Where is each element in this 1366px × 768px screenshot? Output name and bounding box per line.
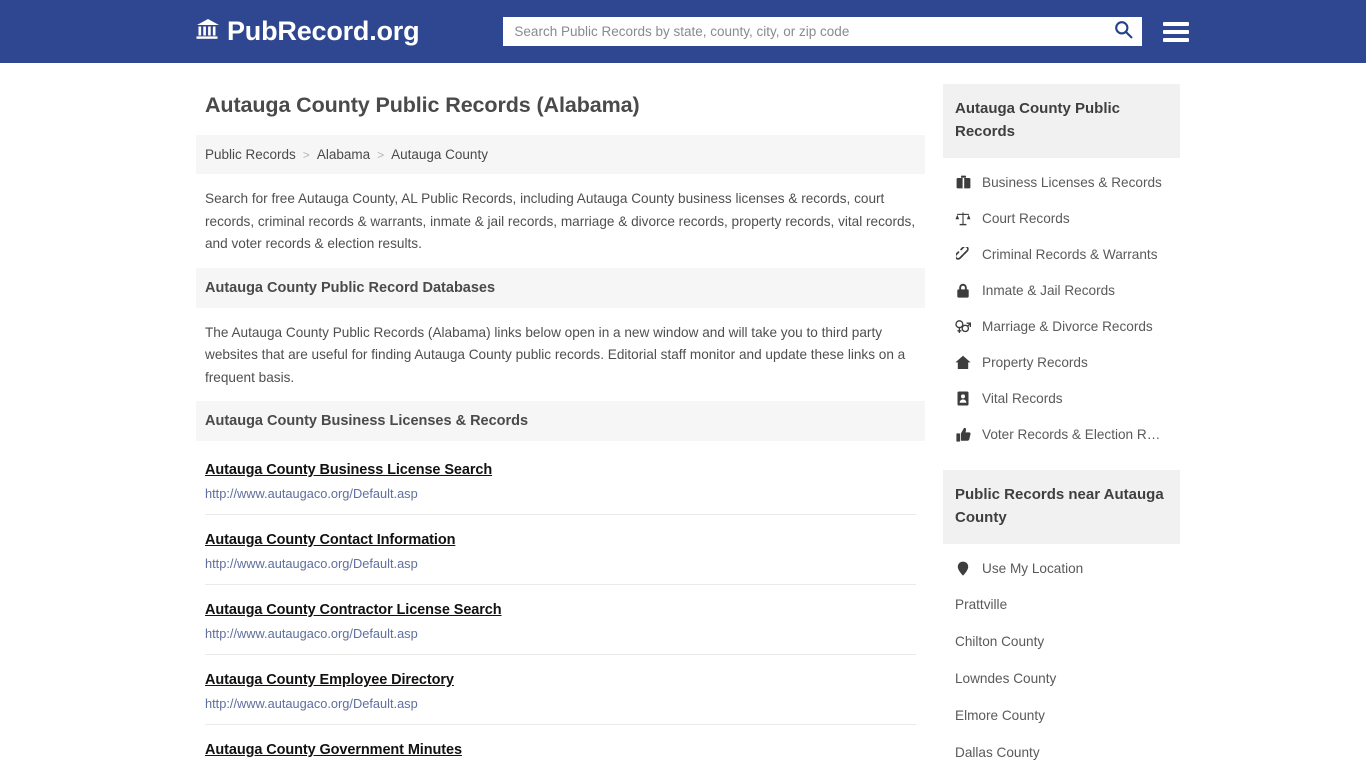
bank-icon (196, 16, 220, 47)
business-licenses-heading: Autauga County Business Licenses & Recor… (196, 401, 925, 441)
record-link-title[interactable]: Autauga County Contractor License Search (205, 602, 502, 618)
list-item: Autauga County Contractor License Search… (205, 585, 916, 655)
search-input[interactable] (503, 17, 1143, 46)
breadcrumb-separator-icon: > (302, 147, 310, 162)
sidebar-item-property-records[interactable]: Property Records (943, 344, 1180, 380)
sidebar-records-heading: Autauga County Public Records (943, 84, 1180, 158)
handcuffs-icon (955, 246, 971, 262)
sidebar-item-use-my-location[interactable]: Use My Location (943, 550, 1180, 586)
list-item: Autauga County Government Minutes http:/… (205, 725, 916, 768)
venus-mars-icon (955, 318, 971, 334)
list-item: Autauga County Employee Directory http:/… (205, 655, 916, 725)
main-column: Autauga County Public Records (Alabama) … (196, 63, 925, 768)
sidebar: Autauga County Public Records Business L… (943, 63, 1180, 768)
sidebar-item-label: Court Records (982, 210, 1070, 226)
list-item: Autauga County Business License Search h… (205, 441, 916, 515)
breadcrumb-separator-icon: > (377, 147, 385, 162)
record-link-title[interactable]: Autauga County Contact Information (205, 532, 455, 548)
site-header: PubRecord.org (0, 0, 1366, 63)
sidebar-item-label: Business Licenses & Records (982, 174, 1162, 190)
record-link-title[interactable]: Autauga County Employee Directory (205, 672, 454, 688)
sidebar-item-elmore-county[interactable]: Elmore County (943, 697, 1180, 734)
hamburger-bar (1163, 29, 1190, 34)
home-icon (955, 354, 971, 370)
record-link-url[interactable]: http://www.autaugaco.org/Default.asp (205, 556, 916, 571)
record-link-title[interactable]: Autauga County Business License Search (205, 462, 492, 478)
site-logo[interactable]: PubRecord.org (196, 16, 420, 47)
hamburger-menu-icon[interactable] (1163, 21, 1190, 42)
sidebar-item-label: Marriage & Divorce Records (982, 318, 1153, 334)
brand-name: PubRecord.org (227, 16, 420, 46)
page-body: Autauga County Public Records (Alabama) … (0, 63, 1366, 768)
record-link-url[interactable]: http://www.autaugaco.org/Default.asp (205, 696, 916, 711)
databases-heading: Autauga County Public Record Databases (196, 267, 925, 308)
sidebar-item-label: Criminal Records & Warrants (982, 246, 1158, 262)
sidebar-item-label: Vital Records (982, 390, 1063, 406)
scales-of-justice-icon (955, 210, 971, 226)
sidebar-records-list: Business Licenses & Records Court Record… (943, 158, 1180, 452)
breadcrumb-item-alabama[interactable]: Alabama (317, 147, 370, 162)
sidebar-item-court-records[interactable]: Court Records (943, 200, 1180, 236)
page-title: Autauga County Public Records (Alabama) (205, 93, 640, 117)
briefcase-icon (955, 174, 971, 190)
breadcrumb-item-autauga-county[interactable]: Autauga County (391, 147, 488, 162)
list-item: Autauga County Contact Information http:… (205, 515, 916, 585)
sidebar-near-list: Use My Location Prattville Chilton Count… (943, 544, 1180, 768)
sidebar-item-voter-records[interactable]: Voter Records & Election R… (943, 416, 1180, 452)
sidebar-item-business-licenses[interactable]: Business Licenses & Records (943, 164, 1180, 200)
sidebar-item-label: Use My Location (982, 560, 1084, 576)
sidebar-item-criminal-records[interactable]: Criminal Records & Warrants (943, 236, 1180, 272)
id-badge-icon (955, 390, 971, 406)
sidebar-item-label: Voter Records & Election R… (982, 426, 1161, 442)
intro-paragraph: Search for free Autauga County, AL Publi… (205, 191, 916, 251)
sidebar-item-lowndes-county[interactable]: Lowndes County (943, 660, 1180, 697)
hamburger-bar (1163, 37, 1190, 42)
sidebar-item-marriage-divorce-records[interactable]: Marriage & Divorce Records (943, 308, 1180, 344)
databases-paragraph: The Autauga County Public Records (Alaba… (205, 324, 906, 385)
sidebar-item-label: Inmate & Jail Records (982, 282, 1115, 298)
record-link-list: Autauga County Business License Search h… (196, 441, 925, 768)
sidebar-item-label: Property Records (982, 354, 1088, 370)
record-link-title[interactable]: Autauga County Government Minutes (205, 742, 462, 758)
sidebar-item-vital-records[interactable]: Vital Records (943, 380, 1180, 416)
search-container (503, 17, 1143, 46)
hamburger-bar (1163, 21, 1190, 26)
sidebar-near-heading: Public Records near Autauga County (943, 470, 1180, 544)
search-icon[interactable] (1114, 20, 1133, 44)
record-link-url[interactable]: http://www.autaugaco.org/Default.asp (205, 626, 916, 641)
sidebar-item-prattville[interactable]: Prattville (943, 586, 1180, 623)
sidebar-item-dallas-county[interactable]: Dallas County (943, 734, 1180, 768)
breadcrumb: Public Records > Alabama > Autauga Count… (196, 135, 925, 174)
thumbs-up-icon (955, 426, 971, 442)
record-link-url[interactable]: http://www.autaugaco.org/Default.asp (205, 486, 916, 501)
sidebar-item-inmate-jail-records[interactable]: Inmate & Jail Records (943, 272, 1180, 308)
map-pin-icon (955, 560, 971, 576)
lock-icon (955, 282, 971, 298)
sidebar-item-chilton-county[interactable]: Chilton County (943, 623, 1180, 660)
breadcrumb-item-public-records[interactable]: Public Records (205, 147, 296, 162)
